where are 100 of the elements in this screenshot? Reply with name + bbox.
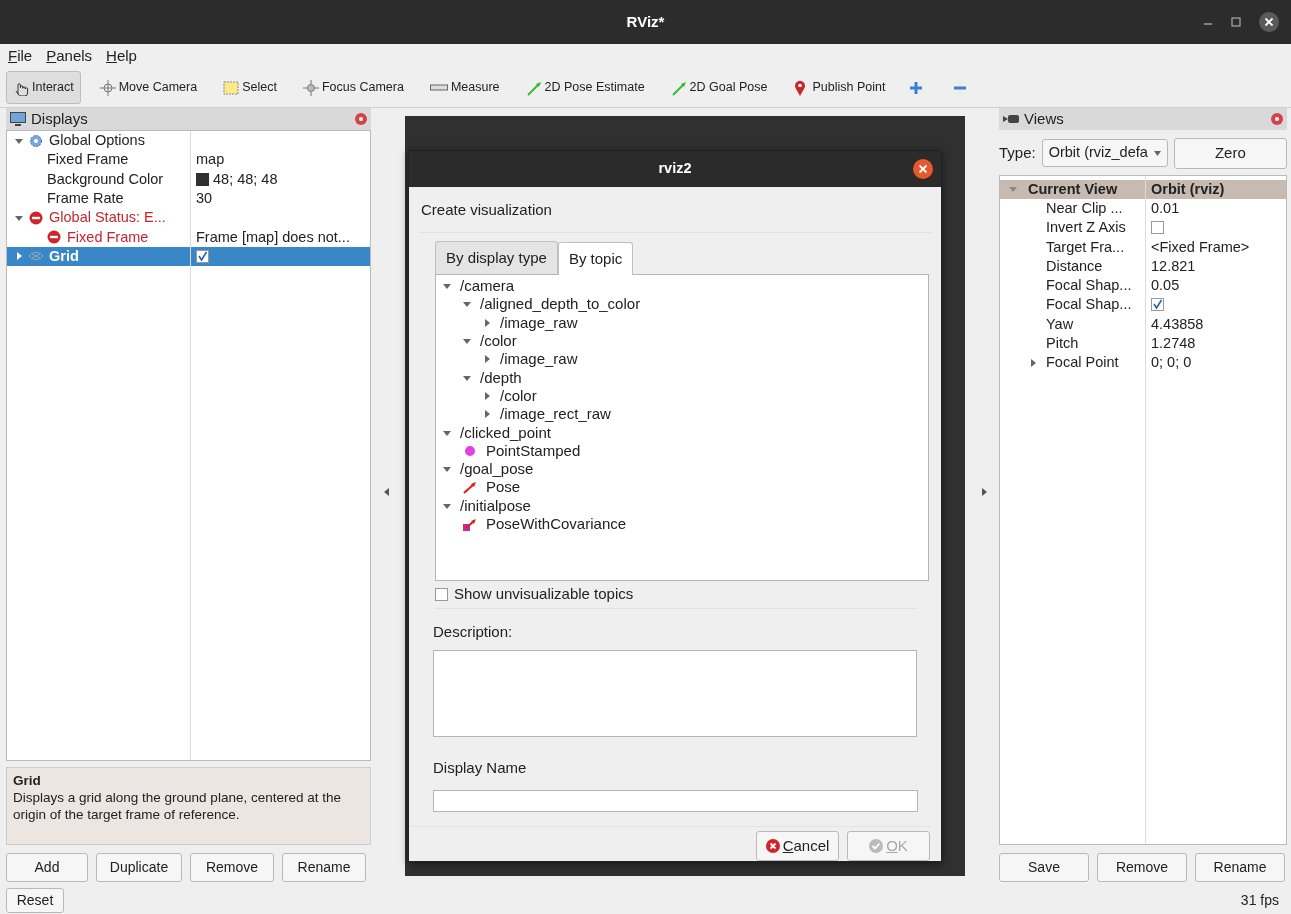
display-type-item[interactable]: Pose <box>486 478 521 497</box>
topic-item[interactable]: /image_raw <box>500 313 578 332</box>
check-icon <box>869 838 884 853</box>
expand-arrow-icon[interactable] <box>483 391 491 400</box>
property-value[interactable]: 12.821 <box>1151 256 1196 276</box>
expand-arrow-icon[interactable] <box>483 410 491 419</box>
property-name[interactable]: Fixed Frame <box>47 150 129 170</box>
menu-item[interactable]: Panels <box>44 44 95 68</box>
display-name-field[interactable] <box>433 789 918 812</box>
checkbox-label[interactable]: Show unvisualizable topics <box>454 583 634 606</box>
toolbar-button[interactable]: Select <box>216 71 284 104</box>
property-value[interactable]: Frame [map] does not... <box>196 227 350 247</box>
property-name[interactable]: Invert Z Axis <box>1046 218 1126 238</box>
collapse-left-icon[interactable] <box>384 488 390 496</box>
topic-item[interactable]: /aligned_depth_to_color <box>480 295 641 314</box>
panel-button[interactable]: Rename <box>282 853 366 882</box>
property-name[interactable]: Grid <box>49 246 79 266</box>
dot-icon <box>463 443 477 458</box>
collapse-arrow-icon[interactable] <box>443 465 451 474</box>
checkbox[interactable] <box>435 588 448 601</box>
collapse-arrow-icon[interactable] <box>463 373 471 382</box>
description-field[interactable] <box>433 649 917 738</box>
property-value[interactable]: 0; 0; 0 <box>1151 353 1192 373</box>
topic-item[interactable]: /image_raw <box>500 350 578 369</box>
topic-item[interactable]: /color <box>500 386 537 405</box>
property-name[interactable]: Target Fra... <box>1046 237 1125 257</box>
property-name[interactable]: Fixed Frame <box>67 227 149 247</box>
property-value[interactable]: 1.2748 <box>1151 334 1196 353</box>
dock-title: Displays <box>31 108 88 129</box>
color-swatch[interactable] <box>196 172 209 186</box>
property-name[interactable]: Frame Rate <box>47 189 124 209</box>
property-name[interactable]: Near Clip ... <box>1046 198 1123 218</box>
property-value[interactable]: <Fixed Frame> <box>1151 237 1250 257</box>
property-name[interactable]: Global Status: E... <box>49 208 166 228</box>
menu-item[interactable]: File <box>6 44 35 68</box>
property-value[interactable]: 4.43858 <box>1151 314 1204 334</box>
toolbar-button[interactable]: 2D Pose Estimate <box>518 71 652 104</box>
close-icon[interactable] <box>913 159 933 179</box>
topic-item[interactable]: /initialpose <box>460 496 531 515</box>
maximize-icon[interactable] <box>1231 17 1241 27</box>
plus-icon[interactable] <box>908 79 925 96</box>
checkbox[interactable] <box>1151 298 1164 312</box>
zero-button[interactable]: Zero <box>1173 138 1287 169</box>
tree-row[interactable]: Global Status: E... <box>7 208 370 228</box>
property-name[interactable]: Global Options <box>49 131 145 151</box>
collapse-arrow-icon[interactable] <box>443 428 451 437</box>
property-name[interactable]: Yaw <box>1046 314 1074 334</box>
toolbar-button[interactable]: 2D Goal Pose <box>663 71 775 104</box>
expand-arrow-icon[interactable] <box>483 318 491 327</box>
collapse-arrow-icon[interactable] <box>443 501 451 510</box>
property-value[interactable]: 48; 48; 48 <box>213 169 278 189</box>
expand-arrow-icon[interactable] <box>483 355 491 364</box>
topic-item[interactable]: /goal_pose <box>460 460 534 479</box>
collapse-arrow-icon[interactable] <box>15 213 23 222</box>
checkbox[interactable] <box>1151 221 1164 235</box>
tree-row[interactable]: Global Options <box>7 131 370 151</box>
dialog-button[interactable]: Cancel <box>756 830 839 861</box>
checkbox[interactable] <box>196 249 209 263</box>
property-value[interactable]: 0.05 <box>1151 276 1180 296</box>
property-name[interactable]: Focal Shap... <box>1046 295 1132 315</box>
property-value[interactable]: 30 <box>196 189 213 209</box>
collapse-right-icon[interactable] <box>981 488 987 496</box>
display-type-item[interactable]: PointStamped <box>486 441 581 460</box>
collapse-arrow-icon[interactable] <box>463 337 471 346</box>
panel-button[interactable]: Remove <box>190 853 274 882</box>
topic-item[interactable]: /camera <box>460 277 515 296</box>
property-name[interactable]: Background Color <box>47 169 164 189</box>
tab[interactable]: By display type <box>435 240 558 274</box>
panel-button[interactable]: Rename <box>1195 853 1285 882</box>
expand-arrow-icon[interactable] <box>1029 358 1037 367</box>
reset-button[interactable]: Reset <box>6 887 64 913</box>
tree-row[interactable]: Grid <box>7 246 370 267</box>
collapse-arrow-icon[interactable] <box>15 136 23 145</box>
panel-button[interactable]: Duplicate <box>96 853 182 882</box>
property-name[interactable]: Focal Point <box>1046 353 1119 373</box>
toolbar-button[interactable]: Focus Camera <box>295 71 411 104</box>
panel-button[interactable]: Remove <box>1097 853 1187 882</box>
type-dropdown[interactable]: Orbit (rviz_defa <box>1041 139 1168 168</box>
topic-item[interactable]: /clicked_point <box>460 423 551 442</box>
panel-button[interactable]: Save <box>999 853 1089 882</box>
topic-item[interactable]: /color <box>480 332 517 351</box>
panel-button[interactable]: Add <box>6 853 88 882</box>
toolbar-button[interactable]: Interact <box>6 71 81 104</box>
toolbar-button[interactable]: Publish Point <box>786 71 893 104</box>
property-value[interactable]: map <box>196 150 225 170</box>
expand-arrow-icon[interactable] <box>15 252 23 261</box>
display-type-item[interactable]: PoseWithCovariance <box>486 515 627 533</box>
topic-item[interactable]: /image_rect_raw <box>500 405 611 424</box>
collapse-arrow-icon[interactable] <box>443 282 451 291</box>
property-name[interactable]: Focal Shap... <box>1046 276 1132 296</box>
property-name[interactable]: Distance <box>1046 256 1103 276</box>
property-name[interactable]: Pitch <box>1046 334 1079 353</box>
topic-item[interactable]: /depth <box>480 368 522 387</box>
close-icon[interactable] <box>1259 12 1279 32</box>
property-value[interactable]: 0.01 <box>1151 198 1180 218</box>
collapse-arrow-icon[interactable] <box>463 300 471 309</box>
menu-item[interactable]: Help <box>104 44 139 68</box>
tab[interactable]: By topic <box>557 241 634 275</box>
toolbar-button[interactable]: Move Camera <box>92 71 205 104</box>
toolbar-button[interactable]: Measure <box>422 71 507 104</box>
